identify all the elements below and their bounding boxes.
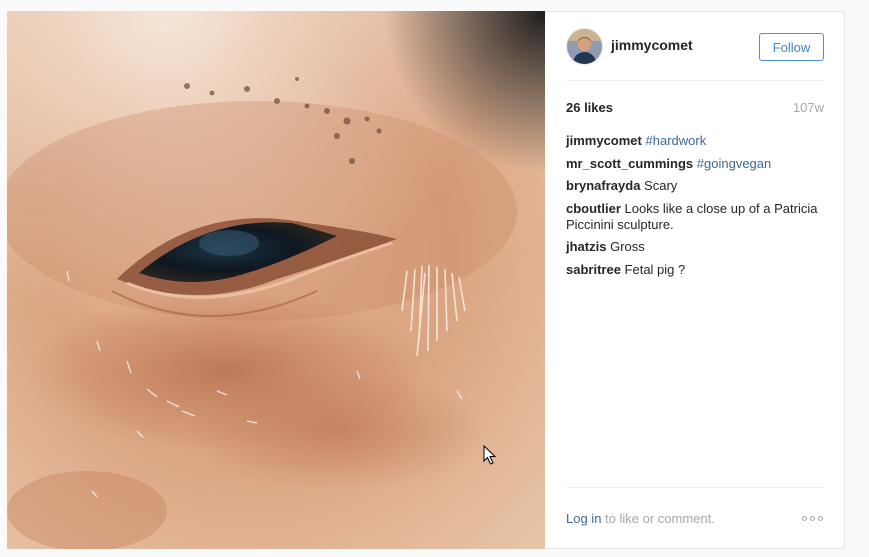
comment-hashtag[interactable]: #goingvegan — [697, 156, 771, 171]
comment-item: sabritree Fetal pig ? — [566, 262, 824, 278]
post-card: jimmycomet Follow 26 likes 107w jimmycom… — [7, 11, 845, 549]
comment-item: jimmycomet #hardwork — [566, 133, 824, 149]
comment-username[interactable]: mr_scott_cummings — [566, 156, 693, 171]
mouse-cursor-icon — [483, 445, 497, 465]
comment-item: mr_scott_cummings #goingvegan — [566, 156, 824, 172]
comment-item: brynafrayda Scary — [566, 178, 824, 194]
post-age[interactable]: 107w — [793, 100, 824, 116]
more-dot — [818, 515, 823, 521]
author-username[interactable]: jimmycomet — [611, 37, 693, 53]
avatar-image — [567, 28, 602, 64]
comment-username[interactable]: cboutlier — [566, 201, 621, 216]
comment-item: cboutlier Looks like a close up of a Pat… — [566, 201, 824, 233]
post-footer: Log in to like or comment. — [566, 487, 824, 548]
comment-hashtag[interactable]: #hardwork — [646, 133, 707, 148]
avatar[interactable] — [566, 27, 603, 65]
comment-username[interactable]: sabritree — [566, 262, 621, 277]
comment-text: Scary — [644, 178, 678, 193]
comment-text: Fetal pig ? — [624, 261, 686, 277]
more-dot — [810, 515, 815, 521]
comment-username[interactable]: jhatzis — [566, 239, 606, 254]
post-photo[interactable] — [7, 11, 545, 549]
post-header: jimmycomet Follow — [566, 12, 824, 81]
photo-image — [7, 11, 545, 549]
more-options-icon[interactable] — [802, 515, 823, 521]
more-dot — [802, 515, 807, 521]
follow-button[interactable]: Follow — [759, 33, 824, 61]
comment-username[interactable]: jimmycomet — [566, 133, 642, 148]
likes-count[interactable]: 26 likes — [566, 100, 613, 116]
comment-item: jhatzis Gross — [566, 239, 824, 255]
comment-username[interactable]: brynafrayda — [566, 178, 640, 193]
login-prompt-text: to like or comment. — [601, 510, 715, 526]
comment-text: Gross — [610, 239, 645, 254]
login-prompt: Log in to like or comment. — [566, 511, 715, 526]
post-stats: 26 likes 107w — [566, 100, 824, 116]
comment-list: jimmycomet #hardwork mr_scott_cummings #… — [566, 133, 824, 278]
post-sidebar: jimmycomet Follow 26 likes 107w jimmycom… — [545, 12, 844, 548]
login-link[interactable]: Log in — [566, 511, 601, 526]
